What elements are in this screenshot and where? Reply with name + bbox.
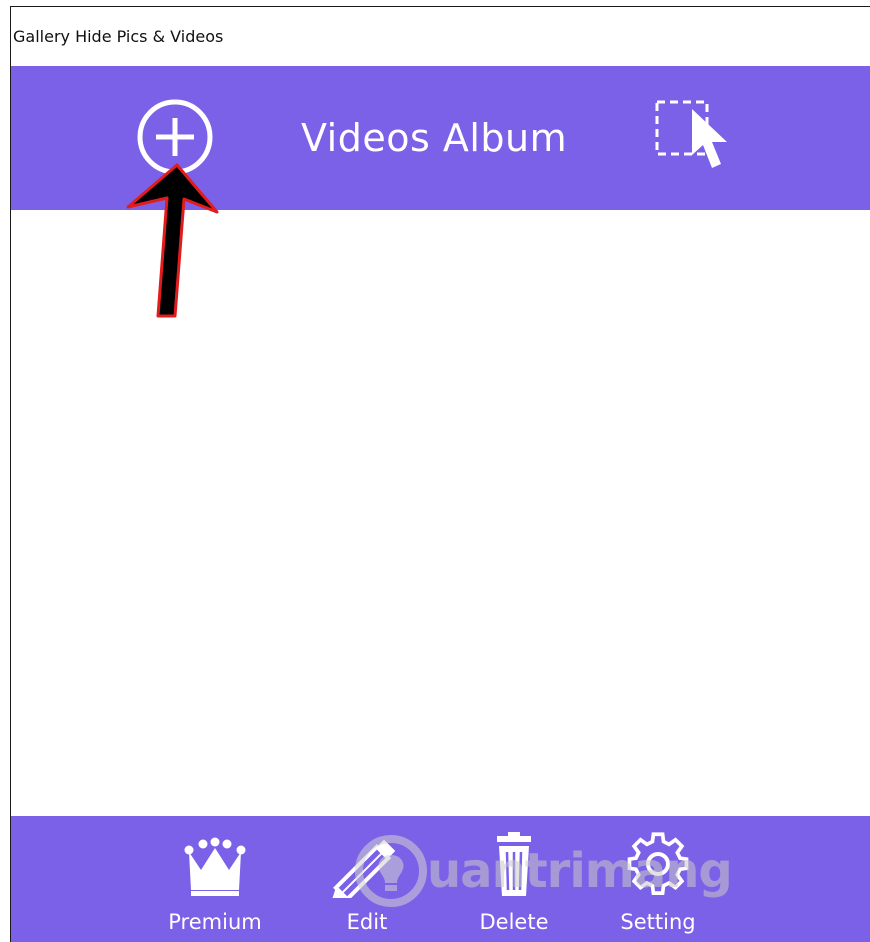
edit-label: Edit — [346, 910, 388, 934]
bottom-toolbar: Premium Edit Delete Setting uantrimang — [11, 816, 870, 942]
album-content-area — [11, 210, 870, 816]
edit-button[interactable]: Edit — [319, 816, 415, 942]
select-cursor-icon — [655, 100, 727, 168]
album-header: Videos Album — [11, 66, 870, 210]
select-button[interactable] — [652, 97, 738, 181]
app-window: Gallery Hide Pics & Videos Videos Album — [10, 6, 870, 942]
plus-circle-icon — [137, 99, 213, 175]
title-bar: Gallery Hide Pics & Videos — [11, 7, 870, 66]
delete-button[interactable]: Delete — [463, 816, 565, 942]
setting-label: Setting — [620, 910, 696, 934]
pencil-icon — [330, 839, 396, 898]
page-title: Videos Album — [301, 116, 568, 160]
premium-button[interactable]: Premium — [159, 816, 271, 942]
crown-icon — [184, 837, 246, 896]
window-title: Gallery Hide Pics & Videos — [13, 27, 224, 46]
premium-label: Premium — [168, 910, 262, 934]
add-album-button[interactable] — [135, 97, 215, 177]
trash-icon — [497, 832, 531, 896]
setting-button[interactable]: Setting — [607, 816, 709, 942]
delete-label: Delete — [479, 910, 549, 934]
gear-icon — [627, 832, 689, 895]
